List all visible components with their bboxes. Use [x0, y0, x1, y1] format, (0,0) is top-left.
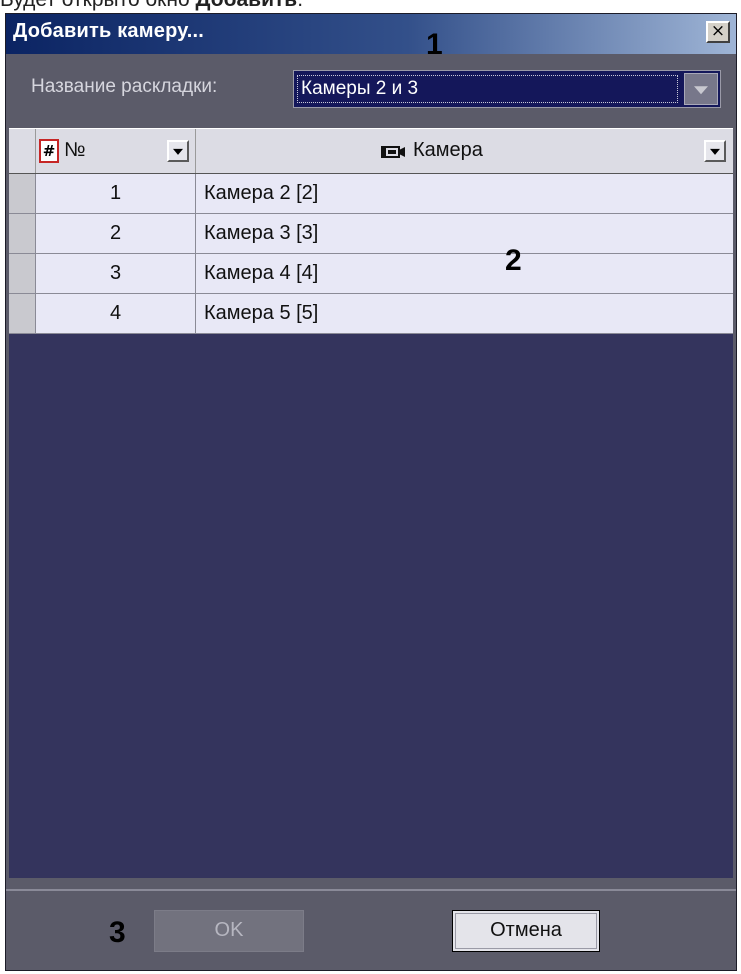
- column-camera-label: Камера: [413, 139, 483, 161]
- cancel-button[interactable]: Отмена: [452, 910, 600, 952]
- hash-icon: #: [39, 139, 59, 163]
- layout-name-value: Камеры 2 и 3: [297, 75, 678, 103]
- close-button[interactable]: ×: [706, 21, 730, 43]
- dialog-title: Добавить камеру...: [13, 20, 205, 42]
- camera-filter-button[interactable]: [704, 140, 726, 162]
- table-row[interactable]: 4 Камера 5 [5]: [9, 294, 733, 334]
- intro-text-after: .: [297, 0, 303, 11]
- intro-text-before: Будет открыто окно: [0, 0, 195, 11]
- intro-text-bold: Добавить: [195, 0, 297, 11]
- table-row[interactable]: 2 Камера 3 [3]: [9, 214, 733, 254]
- row-camera: Камера 5 [5]: [204, 302, 319, 324]
- footer-divider: [6, 889, 736, 891]
- column-number-label: №: [64, 139, 86, 161]
- intro-text: Будет открыто окно Добавить.: [0, 0, 303, 12]
- camera-grid[interactable]: # № Камера 1 Камера 2 [2] 2 Камера 3 [3]: [9, 128, 733, 878]
- row-camera: Камера 2 [2]: [204, 182, 319, 204]
- dialog-titlebar[interactable]: Добавить камеру... ×: [6, 14, 736, 54]
- close-icon: ×: [710, 21, 726, 41]
- table-row[interactable]: 1 Камера 2 [2]: [9, 174, 733, 214]
- layout-name-select[interactable]: Камеры 2 и 3: [293, 70, 721, 108]
- row-number: 4: [36, 294, 196, 333]
- grid-header-indicator: [9, 129, 36, 173]
- row-camera: Камера 3 [3]: [204, 222, 319, 244]
- chevron-down-icon: [694, 86, 708, 95]
- layout-dropdown-button[interactable]: [684, 73, 718, 105]
- number-filter-button[interactable]: [167, 140, 189, 162]
- chevron-down-icon: [173, 148, 183, 155]
- row-indicator[interactable]: [9, 174, 36, 213]
- grid-header: # № Камера: [9, 128, 733, 174]
- table-row[interactable]: 3 Камера 4 [4]: [9, 254, 733, 294]
- row-indicator[interactable]: [9, 214, 36, 253]
- row-number: 3: [36, 254, 196, 293]
- row-camera: Камера 4 [4]: [204, 262, 319, 284]
- row-number: 2: [36, 214, 196, 253]
- row-indicator[interactable]: [9, 294, 36, 333]
- annotation-marker-2: 2: [505, 244, 522, 277]
- annotation-marker-3: 3: [109, 916, 126, 949]
- add-camera-dialog: Добавить камеру... × 1 Название раскладк…: [5, 13, 737, 971]
- row-indicator[interactable]: [9, 254, 36, 293]
- row-number: 1: [36, 174, 196, 213]
- annotation-marker-1: 1: [426, 28, 443, 61]
- layout-name-label: Название раскладки:: [31, 76, 218, 97]
- chevron-down-icon: [710, 148, 720, 155]
- ok-button[interactable]: OK: [154, 910, 304, 952]
- camera-icon: [381, 146, 405, 158]
